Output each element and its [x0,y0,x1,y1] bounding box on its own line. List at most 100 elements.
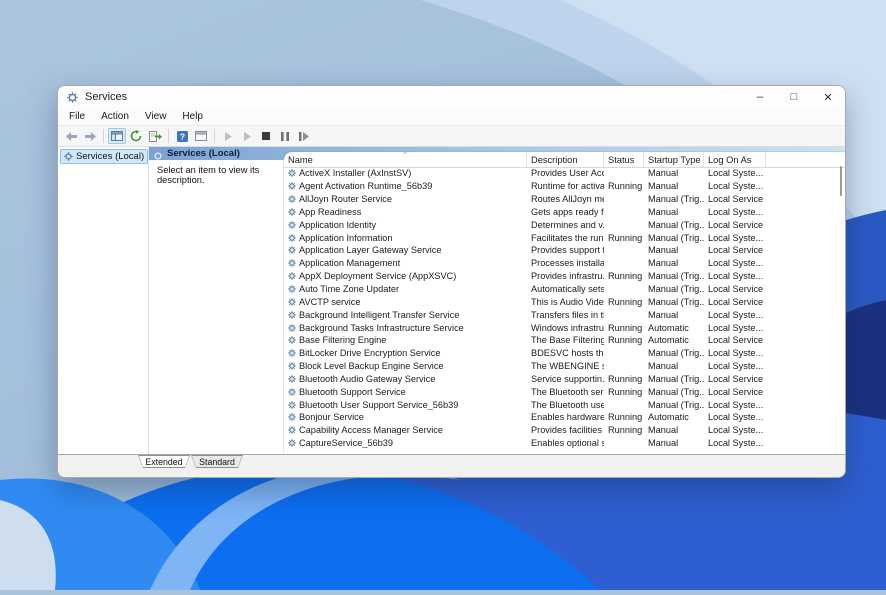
start-service-icon[interactable] [219,128,237,144]
cell-name[interactable]: Capability Access Manager Service [284,425,527,435]
menu-item-action[interactable]: Action [93,108,137,125]
minimize-button[interactable]: – [743,86,777,108]
cell-name[interactable]: Block Level Backup Engine Service [284,361,527,371]
column-header-status[interactable]: Status [604,152,644,167]
cell-name[interactable]: App Readiness [284,207,527,217]
sort-ascending-icon: ^ [403,152,407,159]
table-row[interactable]: Application Management Processes installa… [284,257,845,270]
cell-name[interactable]: Bluetooth Audio Gateway Service [284,374,527,384]
restart-service-icon[interactable] [295,128,313,144]
table-row[interactable]: Bluetooth Support Service The Bluetooth s… [284,385,845,398]
cell-name[interactable]: Bluetooth Support Service [284,387,527,397]
cell-name[interactable]: AVCTP service [284,297,527,307]
column-header-startup-type[interactable]: Startup Type [644,152,704,167]
service-name-label: AppX Deployment Service (AppXSVC) [299,271,457,282]
properties-window-icon[interactable] [192,128,210,144]
services-rows: ActiveX Installer (AxInstSV) Provides Use… [284,167,845,454]
cell-log-on-as: Local Service [708,284,764,295]
cell-name[interactable]: Bluetooth User Support Service_56b39 [284,400,527,410]
show-console-tree-icon[interactable] [108,128,126,144]
cell-startup-type: Automatic [648,322,689,333]
cell-name[interactable]: AllJoyn Router Service [284,194,527,204]
table-row[interactable]: Agent Activation Runtime_56b39 Runtime fo… [284,180,845,193]
table-row[interactable]: ActiveX Installer (AxInstSV) Provides Use… [284,167,845,180]
table-row[interactable]: App Readiness Gets apps ready fo... Manual… [284,206,845,219]
table-row[interactable]: CaptureService_56b39 Enables optional s..… [284,437,845,450]
service-name-label: Bonjour Service [299,412,364,423]
forward-icon[interactable] [81,128,99,144]
service-gear-icon [288,182,296,191]
table-row[interactable]: Application Information Facilitates the r… [284,231,845,244]
table-row[interactable]: Bonjour Service Enables hardware ... Runni… [284,411,845,424]
cell-name[interactable]: Agent Activation Runtime_56b39 [284,181,527,191]
table-row[interactable]: Application Identity Determines and v... M… [284,218,845,231]
cell-name[interactable]: Auto Time Zone Updater [284,284,527,294]
stop-service-icon[interactable] [257,128,275,144]
resume-service-icon[interactable] [238,128,256,144]
table-row[interactable]: Capability Access Manager Service Provide… [284,424,845,437]
cell-name[interactable]: Application Layer Gateway Service [284,245,527,255]
cell-name[interactable]: Background Intelligent Transfer Service [284,310,527,320]
menu-item-help[interactable]: Help [174,108,211,125]
cell-description: Windows infrastru... [531,322,604,333]
table-row[interactable]: AVCTP service This is Audio Vide... Runnin… [284,295,845,308]
pause-service-icon[interactable] [276,128,294,144]
help-icon[interactable]: ? [173,128,191,144]
list-header: Name ^ Description Status Startup Type Log On… [284,152,845,168]
refresh-icon[interactable] [127,128,145,144]
cell-name[interactable]: Application Management [284,258,527,268]
table-row[interactable]: Background Intelligent Transfer Service T… [284,308,845,321]
cell-name[interactable]: AppX Deployment Service (AppXSVC) [284,271,527,281]
table-row[interactable]: AllJoyn Router Service Routes AllJoyn me.… [284,193,845,206]
close-button[interactable]: ✕ [811,86,845,108]
table-row[interactable]: BitLocker Drive Encryption Service BDESVC… [284,347,845,360]
titlebar[interactable]: Services – □ ✕ [58,86,845,108]
tab-extended[interactable]: Extended [138,455,190,468]
services-gear-icon [64,152,73,161]
cell-name[interactable]: Base Filtering Engine [284,335,527,345]
table-row[interactable]: Application Layer Gateway Service Provide… [284,244,845,257]
back-icon[interactable] [62,128,80,144]
cell-name[interactable]: Background Tasks Infrastructure Service [284,323,527,333]
cell-status: Running [608,322,643,333]
cell-log-on-as: Local Syste... [708,399,764,410]
cell-description: Determines and v... [531,219,604,230]
cell-name[interactable]: CaptureService_56b39 [284,438,527,448]
menu-item-file[interactable]: File [61,108,93,125]
cell-description: Routes AllJoyn me... [531,194,604,205]
table-row[interactable]: Background Tasks Infrastructure Service W… [284,321,845,334]
cell-status: Running [608,412,643,423]
services-pane: Services (Local) Select an item to view … [149,147,845,454]
vertical-scrollbar[interactable] [840,166,842,196]
table-row[interactable]: Bluetooth User Support Service_56b39 The … [284,398,845,411]
cell-name[interactable]: ActiveX Installer (AxInstSV) [284,168,527,178]
column-header-description[interactable]: Description [527,152,604,167]
cell-name[interactable]: Application Information [284,233,527,243]
tab-standard[interactable]: Standard [191,455,243,468]
service-name-label: ActiveX Installer (AxInstSV) [299,168,412,179]
cell-name[interactable]: BitLocker Drive Encryption Service [284,348,527,358]
table-row[interactable]: Auto Time Zone Updater Automatically sets… [284,283,845,296]
cell-startup-type: Manual (Trig... [648,284,704,295]
service-name-label: Block Level Backup Engine Service [299,361,444,372]
cell-name[interactable]: Bonjour Service [284,412,527,422]
view-tab-strip: Extended Standard [58,454,845,471]
maximize-button[interactable]: □ [777,86,811,108]
pane-header-title: Services (Local) [167,148,240,159]
export-list-icon[interactable] [146,128,164,144]
table-row[interactable]: AppX Deployment Service (AppXSVC) Provide… [284,270,845,283]
tree-item-services-local[interactable]: Services (Local) [60,149,149,164]
table-row[interactable]: Block Level Backup Engine Service The WBE… [284,360,845,373]
tab-extended-label: Extended [139,456,189,467]
cell-name[interactable]: Application Identity [284,220,527,230]
table-row[interactable]: Bluetooth Audio Gateway Service Service s… [284,373,845,386]
column-header-log-on-as[interactable]: Log On As [704,152,766,167]
column-header-name[interactable]: Name ^ [284,152,527,167]
cell-description: The WBENGINE se... [531,361,604,372]
menubar: File Action View Help [58,108,845,126]
service-name-label: BitLocker Drive Encryption Service [299,348,441,359]
cell-log-on-as: Local Syste... [708,168,764,179]
service-gear-icon [288,169,296,178]
table-row[interactable]: Base Filtering Engine The Base Filtering … [284,334,845,347]
menu-item-view[interactable]: View [137,108,175,125]
